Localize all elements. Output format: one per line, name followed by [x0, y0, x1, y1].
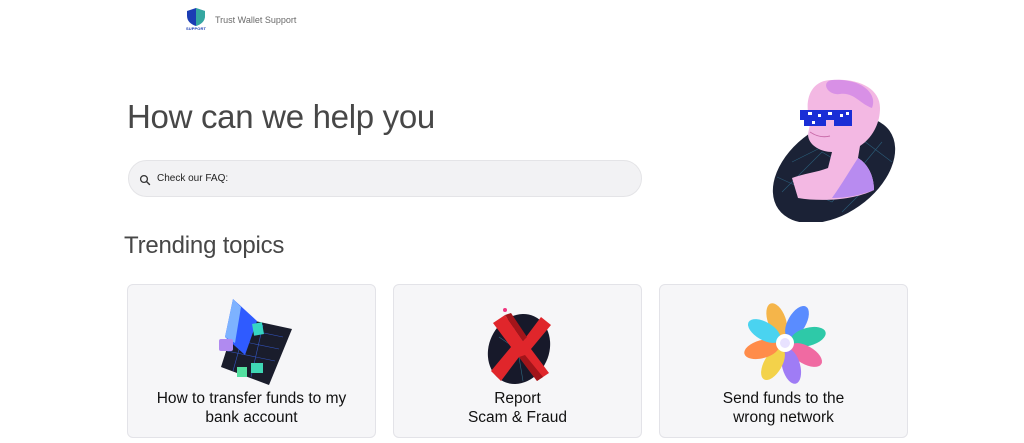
brand-link[interactable]: SUPPORT Trust Wallet Support [185, 7, 296, 33]
trust-wallet-shield-icon: SUPPORT [185, 7, 207, 33]
trending-topics-heading: Trending topics [124, 232, 285, 259]
topic-label: Send funds to the wrong network [722, 390, 845, 426]
search-icon [139, 173, 151, 185]
trending-cards: How to transfer funds to my bank account… [127, 284, 908, 438]
topic-label: Report Scam & Fraud [467, 390, 568, 426]
topic-label: How to transfer funds to my bank account [156, 390, 347, 426]
bank-transfer-illustration-icon [207, 297, 297, 387]
brand-name: Trust Wallet Support [215, 15, 297, 25]
topic-card-report-scam[interactable]: Report Scam & Fraud [393, 284, 642, 438]
topic-card-wrong-network[interactable]: Send funds to the wrong network [659, 284, 908, 438]
support-home-page: SUPPORT Trust Wallet Support How can we … [0, 0, 1024, 443]
logo-subtitle: SUPPORT [185, 26, 207, 31]
faq-search-bar[interactable] [128, 160, 642, 197]
page-title: How can we help you [127, 98, 435, 135]
faq-search-input[interactable] [157, 173, 597, 184]
topic-card-bank-transfer[interactable]: How to transfer funds to my bank account [127, 284, 376, 438]
statue-illustration [762, 72, 908, 224]
scam-report-illustration-icon [473, 297, 563, 387]
wrong-network-illustration-icon [739, 297, 829, 387]
